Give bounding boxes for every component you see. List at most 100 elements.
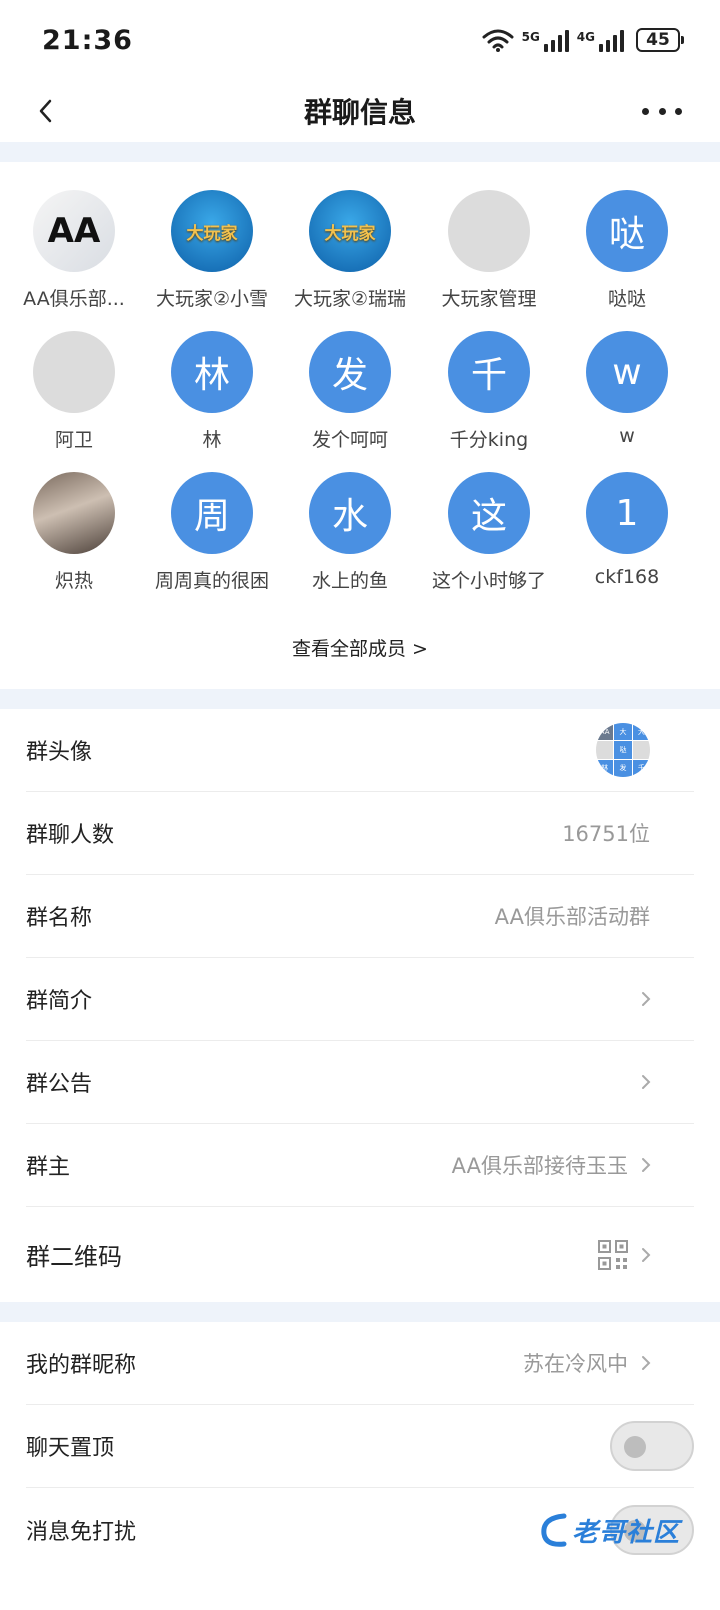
- row-label: 群简介: [26, 989, 93, 1014]
- member-name: 大玩家②小雪: [155, 288, 269, 310]
- chevron-right-icon: [642, 992, 651, 1006]
- row-label: 群公告: [26, 1072, 93, 1097]
- member-item[interactable]: 水水上的鱼: [279, 472, 421, 593]
- my-nickname-value: 苏在冷风中: [523, 1352, 628, 1376]
- member-name: 阿卫: [54, 429, 93, 451]
- member-name: ckf168: [594, 566, 660, 588]
- more-dot-icon: [675, 107, 682, 115]
- member-item[interactable]: 炽热: [3, 472, 145, 593]
- group-avatar: AA 大大 哒 林发千: [596, 723, 650, 777]
- chevron-right-icon: [642, 1075, 651, 1089]
- member-item[interactable]: 周周周真的很困: [141, 472, 283, 593]
- group-notice-row[interactable]: 群公告: [26, 1041, 694, 1124]
- member-name: 发个呵呵: [311, 429, 388, 451]
- member-name: 林: [202, 429, 222, 451]
- member-avatar: 这: [448, 472, 530, 554]
- chevron-right-icon: [642, 1158, 651, 1172]
- member-item[interactable]: 大玩家大玩家②瑞瑞: [279, 190, 421, 311]
- member-section: AA AA俱乐部... 大玩家 大玩家②小雪 大玩家 大玩家②瑞瑞 大玩家管理哒哒哒 阿卫林林…: [0, 162, 720, 707]
- pin-chat-toggle[interactable]: [610, 1421, 694, 1471]
- member-name: 大玩家②瑞瑞: [293, 288, 407, 310]
- section-divider: [0, 142, 720, 162]
- group-info-section: 群头像 AA 大大 哒 林发千 群聊人数 16751位 群名称 AA俱乐部活动群 …: [0, 709, 720, 1302]
- row-label: 聊天置顶: [26, 1436, 115, 1461]
- group-owner-row[interactable]: 群主 AA俱乐部接待玉玉: [26, 1124, 694, 1207]
- my-nickname-row[interactable]: 我的群昵称 苏在冷风中: [26, 1322, 694, 1405]
- row-label: 群名称: [26, 906, 93, 931]
- chevron-right-icon: [642, 1356, 651, 1370]
- member-avatar: [448, 190, 530, 272]
- battery-icon: 45: [636, 28, 684, 52]
- group-avatar-row[interactable]: 群头像 AA 大大 哒 林发千: [26, 709, 694, 792]
- group-name-row[interactable]: 群名称 AA俱乐部活动群: [26, 875, 694, 958]
- group-name-value: AA俱乐部活动群: [494, 905, 650, 929]
- member-name: 周周真的很困: [154, 570, 269, 592]
- member-name: 炽热: [54, 570, 93, 592]
- member-item[interactable]: 1 ckf168: [556, 472, 698, 588]
- wifi-icon: [482, 29, 514, 52]
- member-item[interactable]: 大玩家大玩家②小雪: [141, 190, 283, 311]
- member-item[interactable]: 千千分king: [418, 331, 560, 452]
- pin-chat-row: 聊天置顶: [26, 1405, 694, 1488]
- more-button[interactable]: [642, 98, 682, 124]
- member-count-value: 16751位: [562, 822, 650, 846]
- view-all-members-link[interactable]: 查看全部成员 >: [0, 634, 720, 661]
- member-avatar: 1: [586, 472, 668, 554]
- toggle-knob: [624, 1436, 646, 1458]
- member-item[interactable]: 这这个小时够了: [418, 472, 560, 593]
- member-item[interactable]: 阿卫: [3, 331, 145, 452]
- member-name: 千分king: [449, 429, 529, 451]
- member-item[interactable]: 发发个呵呵: [279, 331, 421, 452]
- more-dot-icon: [642, 107, 649, 115]
- member-name: AA俱乐部...: [23, 288, 125, 310]
- status-icons: 5G 4G 45: [482, 28, 684, 52]
- member-name: 水上的鱼: [311, 570, 388, 592]
- member-name: 大玩家管理: [441, 288, 537, 310]
- back-button[interactable]: [38, 94, 64, 128]
- section-divider: [0, 1302, 720, 1322]
- member-count-row: 群聊人数 16751位: [26, 792, 694, 875]
- member-avatar: 哒: [586, 190, 668, 272]
- member-name: w: [619, 425, 635, 447]
- row-label: 群二维码: [26, 1243, 122, 1271]
- row-label: 群头像: [26, 740, 93, 765]
- group-qrcode-row[interactable]: 群二维码: [26, 1207, 694, 1302]
- member-avatar: 大玩家: [171, 190, 253, 272]
- section-divider: [0, 689, 720, 709]
- member-name: 这个小时够了: [431, 570, 546, 592]
- signal-5g-icon: 5G: [522, 28, 569, 52]
- member-item[interactable]: 哒哒哒: [556, 190, 698, 311]
- status-time: 21:36: [42, 24, 133, 56]
- page-title: 群聊信息: [303, 96, 416, 129]
- member-avatar: 发: [309, 331, 391, 413]
- watermark-text: 老哥社区: [572, 1517, 681, 1548]
- member-avatar: 林: [171, 331, 253, 413]
- member-item[interactable]: AA AA俱乐部...: [3, 190, 145, 311]
- chevron-right-icon: [642, 1247, 651, 1262]
- member-name: 哒哒: [607, 288, 646, 310]
- row-label: 消息免打扰: [26, 1519, 137, 1545]
- member-avatar: w: [586, 331, 668, 413]
- more-dot-icon: [658, 107, 666, 115]
- member-avatar: AA: [33, 190, 115, 272]
- member-avatar: 水: [309, 472, 391, 554]
- member-avatar: [33, 331, 115, 413]
- qr-code-icon: [598, 1239, 628, 1270]
- member-item[interactable]: ww: [556, 331, 698, 447]
- member-avatar: [33, 472, 115, 554]
- watermark-logo: 老哥社区: [538, 1500, 688, 1560]
- member-avatar: 大玩家: [309, 190, 391, 272]
- row-label: 群聊人数: [26, 823, 115, 848]
- status-bar: 21:36 5G 4G 45: [0, 0, 720, 80]
- member-item[interactable]: 林林: [141, 331, 283, 452]
- group-intro-row[interactable]: 群简介: [26, 958, 694, 1041]
- nav-bar: 群聊信息: [0, 80, 720, 142]
- signal-4g-icon: 4G: [577, 28, 624, 52]
- member-avatar: 千: [448, 331, 530, 413]
- member-item[interactable]: 大玩家管理: [418, 190, 560, 311]
- row-label: 群主: [26, 1155, 71, 1180]
- group-owner-value: AA俱乐部接待玉玉: [451, 1154, 628, 1178]
- chevron-left-icon: [39, 99, 52, 123]
- row-label: 我的群昵称: [26, 1353, 137, 1378]
- dragon-logo-icon: [541, 1513, 567, 1547]
